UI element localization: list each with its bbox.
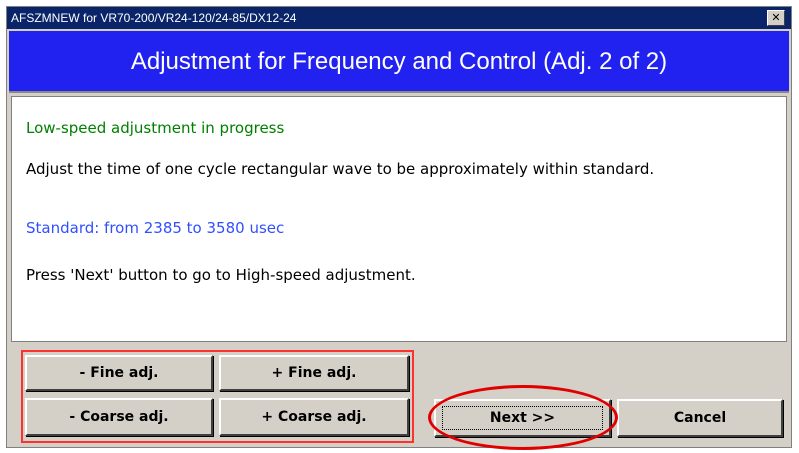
- coarse-adj-minus-button[interactable]: - Coarse adj.: [25, 398, 213, 436]
- standard-range-text: Standard: from 2385 to 3580 usec: [26, 219, 285, 237]
- fine-adj-minus-button[interactable]: - Fine adj.: [25, 355, 213, 391]
- fine-adj-plus-button[interactable]: + Fine adj.: [219, 355, 409, 391]
- coarse-adj-plus-button[interactable]: + Coarse adj.: [219, 398, 409, 436]
- cancel-button[interactable]: Cancel: [617, 399, 783, 437]
- next-button[interactable]: Next >>: [434, 399, 611, 437]
- next-hint-text: Press 'Next' button to go to High-speed …: [26, 266, 416, 284]
- title-bar: AFSZMNEW for VR70-200/VR24-120/24-85/DX1…: [7, 7, 791, 29]
- page-title: Adjustment for Frequency and Control (Ad…: [9, 31, 789, 93]
- instruction-text: Adjust the time of one cycle rectangular…: [26, 160, 655, 178]
- close-icon[interactable]: ✕: [767, 10, 785, 26]
- message-panel: Low-speed adjustment in progress Adjust …: [11, 96, 787, 342]
- window-title: AFSZMNEW for VR70-200/VR24-120/24-85/DX1…: [11, 11, 297, 25]
- focus-ring: [442, 406, 603, 430]
- dialog-window: AFSZMNEW for VR70-200/VR24-120/24-85/DX1…: [6, 6, 792, 450]
- status-text: Low-speed adjustment in progress: [26, 119, 285, 137]
